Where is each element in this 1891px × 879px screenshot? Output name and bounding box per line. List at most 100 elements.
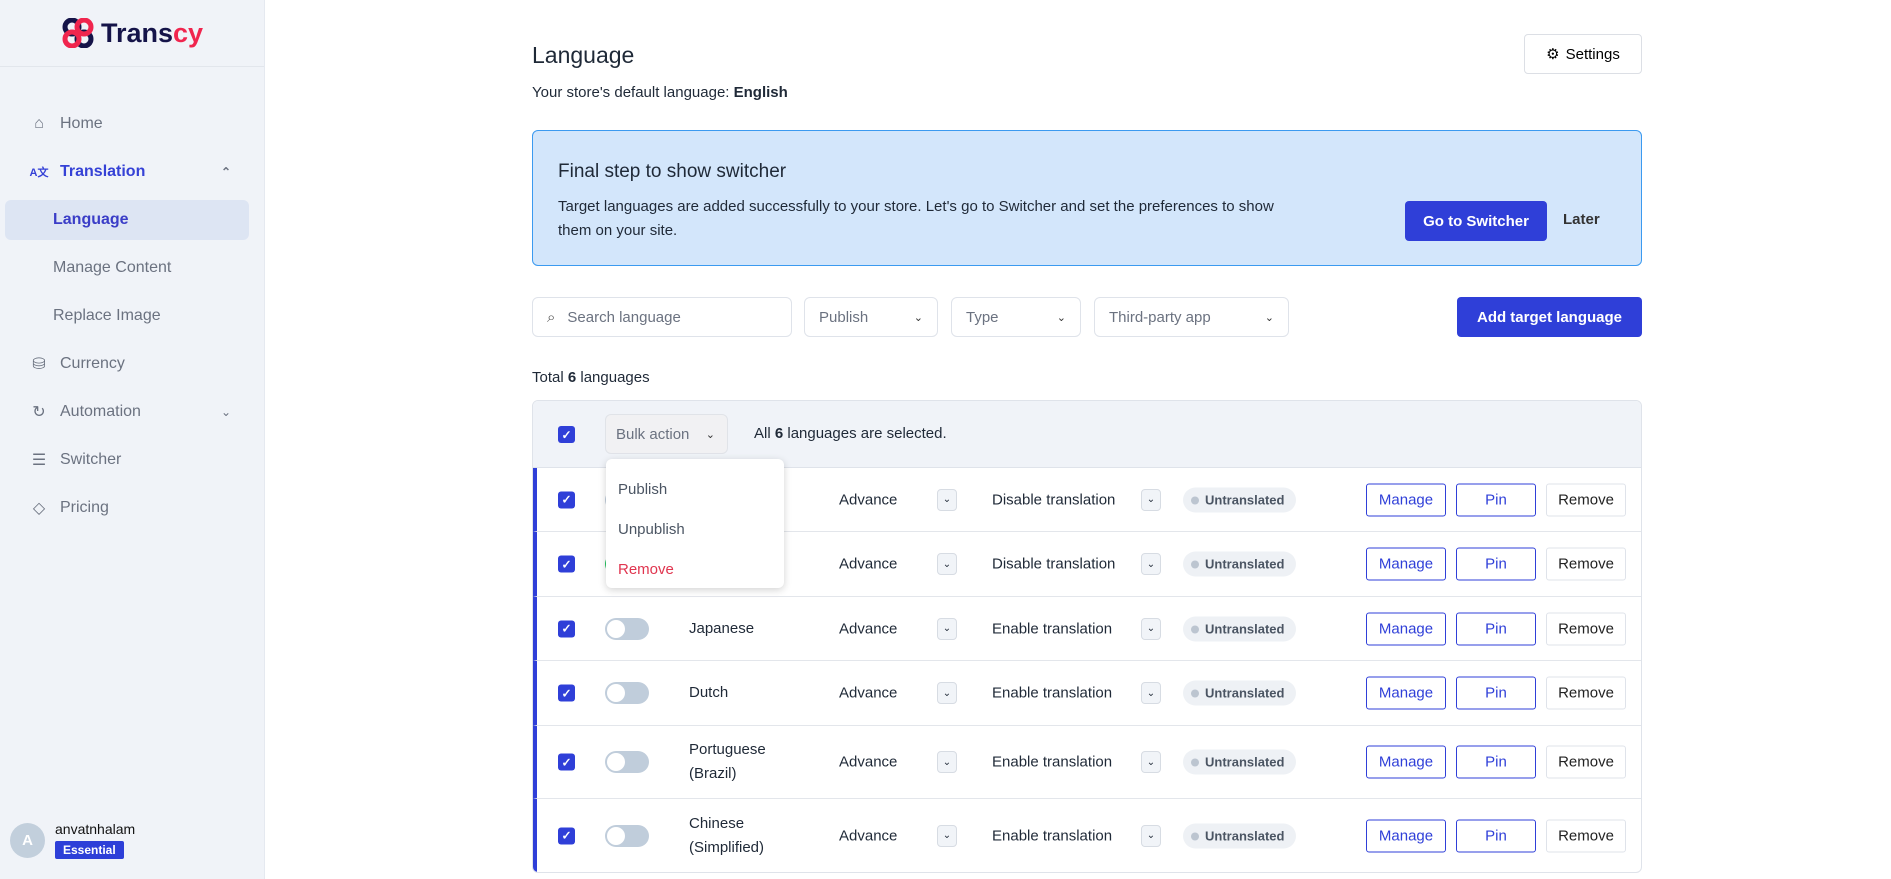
row-checkbox[interactable]: ✓ xyxy=(558,555,575,573)
coin-icon: ⛁ xyxy=(32,356,46,373)
manage-button[interactable]: Manage xyxy=(1366,676,1446,710)
publish-toggle[interactable] xyxy=(605,751,649,773)
publish-toggle[interactable] xyxy=(605,824,649,847)
type-dropdown-button[interactable]: ⌄ xyxy=(937,751,957,773)
status-badge: Untranslated xyxy=(1183,487,1297,512)
manage-button[interactable]: Manage xyxy=(1366,745,1446,779)
translation-dropdown-button[interactable]: ⌄ xyxy=(1141,682,1161,704)
row-checkbox[interactable]: ✓ xyxy=(558,827,575,844)
filter-bar: ⌕ Search language Publish ⌄ Type ⌄ Third-pa… xyxy=(532,297,1642,337)
menu-item-unpublish[interactable]: Unpublish xyxy=(606,509,784,549)
sidebar-item-currency[interactable]: ⛁ Currency xyxy=(5,344,249,384)
sidebar: Transcy ⌂ Home A文 Translation ⌃ Language Ma… xyxy=(0,0,265,879)
type-dropdown-button[interactable]: ⌄ xyxy=(937,824,957,847)
manage-button[interactable]: Manage xyxy=(1366,547,1446,581)
pin-button[interactable]: Pin xyxy=(1456,547,1536,581)
row-checkbox[interactable]: ✓ xyxy=(558,491,575,508)
go-to-switcher-button[interactable]: Go to Switcher xyxy=(1405,201,1547,241)
translation-dropdown-button[interactable]: ⌄ xyxy=(1141,488,1161,511)
pin-button[interactable]: Pin xyxy=(1456,745,1536,779)
select-all-checkbox[interactable]: ✓ xyxy=(558,426,575,443)
selected-count: 6 xyxy=(774,425,784,442)
translation-dropdown-button[interactable]: ⌄ xyxy=(1141,617,1161,640)
manage-button[interactable]: Manage xyxy=(1366,612,1446,645)
pin-button[interactable]: Pin xyxy=(1456,819,1536,852)
settings-button[interactable]: ⚙ Settings xyxy=(1524,34,1642,74)
gear-icon: ⚙ xyxy=(1546,46,1560,63)
translation-mode: Enable translation xyxy=(992,753,1113,771)
remove-button[interactable]: Remove xyxy=(1546,547,1626,581)
third-party-filter[interactable]: Third-party app ⌄ xyxy=(1094,297,1289,337)
sidebar-item-switcher[interactable]: ☰ Switcher xyxy=(5,440,249,480)
sidebar-item-translation[interactable]: A文 Translation ⌃ xyxy=(5,152,249,192)
label: Manage Content xyxy=(53,259,172,276)
sidebar-item-manage-content[interactable]: Manage Content xyxy=(5,248,249,288)
row-checkbox[interactable]: ✓ xyxy=(558,753,575,771)
sidebar-item-home[interactable]: ⌂ Home xyxy=(5,104,249,144)
default-language-value: English xyxy=(733,84,788,101)
pin-button[interactable]: Pin xyxy=(1456,676,1536,710)
remove-button[interactable]: Remove xyxy=(1546,745,1626,779)
remove-button[interactable]: Remove xyxy=(1546,612,1626,645)
menu-item-publish[interactable]: Publish xyxy=(606,469,784,509)
settings-label: Settings xyxy=(1565,45,1620,63)
avatar: A xyxy=(10,822,45,858)
pin-button[interactable]: Pin xyxy=(1456,612,1536,645)
menu-item-remove[interactable]: Remove xyxy=(606,549,784,589)
later-button[interactable]: Later xyxy=(1563,211,1600,228)
translation-dropdown-button[interactable]: ⌄ xyxy=(1141,751,1161,773)
search-input[interactable]: ⌕ Search language xyxy=(532,297,792,337)
publish-toggle[interactable] xyxy=(605,682,649,704)
label: Automation xyxy=(60,403,141,420)
logo[interactable]: Transcy xyxy=(0,0,264,67)
translation-dropdown-button[interactable]: ⌄ xyxy=(1141,824,1161,847)
type-filter-label: Type xyxy=(966,308,999,326)
remove-button[interactable]: Remove xyxy=(1546,819,1626,852)
type-filter[interactable]: Type ⌄ xyxy=(951,297,1081,337)
row-checkbox[interactable]: ✓ xyxy=(558,620,575,637)
language-type: Advance xyxy=(839,555,898,573)
default-language: Your store's default language: English xyxy=(532,84,788,101)
search-icon: ⌕ xyxy=(547,308,556,326)
manage-button[interactable]: Manage xyxy=(1366,819,1446,852)
publish-filter-label: Publish xyxy=(819,308,869,326)
remove-button[interactable]: Remove xyxy=(1546,483,1626,516)
sidebar-item-automation[interactable]: ↻ Automation ⌄ xyxy=(5,392,249,432)
user-profile[interactable]: A anvatnhalam Essential xyxy=(10,821,135,859)
language-name: Chinese (Simplified) xyxy=(689,814,765,856)
chevron-down-icon: ⌄ xyxy=(913,311,923,324)
label: Translation xyxy=(60,163,146,180)
sidebar-item-replace-image[interactable]: Replace Image xyxy=(5,296,249,336)
sidebar-item-language[interactable]: Language xyxy=(5,200,249,240)
translation-mode: Enable translation xyxy=(992,684,1113,702)
chevron-down-icon: ⌄ xyxy=(942,558,952,570)
remove-button[interactable]: Remove xyxy=(1546,676,1626,710)
auto-translate-icon: ↻ xyxy=(32,404,46,421)
chevron-down-icon: ⌄ xyxy=(1146,558,1156,570)
label: Switcher xyxy=(60,451,122,468)
type-dropdown-button[interactable]: ⌄ xyxy=(937,488,957,511)
chevron-down-icon: ⌄ xyxy=(1146,687,1156,699)
language-type: Advance xyxy=(839,684,898,702)
bulk-action-select[interactable]: Bulk action ⌄ xyxy=(605,414,728,454)
publish-filter[interactable]: Publish ⌄ xyxy=(804,297,938,337)
type-dropdown-button[interactable]: ⌄ xyxy=(937,553,957,575)
pin-button[interactable]: Pin xyxy=(1456,483,1536,516)
sidebar-item-pricing[interactable]: ◇ Pricing xyxy=(5,488,249,528)
table-row: ✓ Dutch Advance ⌄ Enable translation ⌄ U… xyxy=(533,661,1641,726)
translation-mode: Enable translation xyxy=(992,827,1113,844)
sidebar-nav: ⌂ Home A文 Translation ⌃ Language Manage Con… xyxy=(0,104,265,536)
total-suffix: languages xyxy=(576,369,650,386)
type-dropdown-button[interactable]: ⌄ xyxy=(937,682,957,704)
row-checkbox[interactable]: ✓ xyxy=(558,684,575,702)
bulk-action-label: Bulk action xyxy=(616,425,690,443)
language-type: Advance xyxy=(839,491,898,508)
add-target-language-button[interactable]: Add target language xyxy=(1457,297,1642,337)
publish-toggle[interactable] xyxy=(605,617,649,640)
translation-dropdown-button[interactable]: ⌄ xyxy=(1141,553,1161,575)
table-row: ✓ Chinese (Simplified) Advance ⌄ Enable … xyxy=(533,799,1641,872)
switcher-banner: Final step to show switcher Target langu… xyxy=(532,130,1642,266)
type-dropdown-button[interactable]: ⌄ xyxy=(937,617,957,640)
manage-button[interactable]: Manage xyxy=(1366,483,1446,516)
chevron-down-icon: ⌄ xyxy=(220,405,231,419)
